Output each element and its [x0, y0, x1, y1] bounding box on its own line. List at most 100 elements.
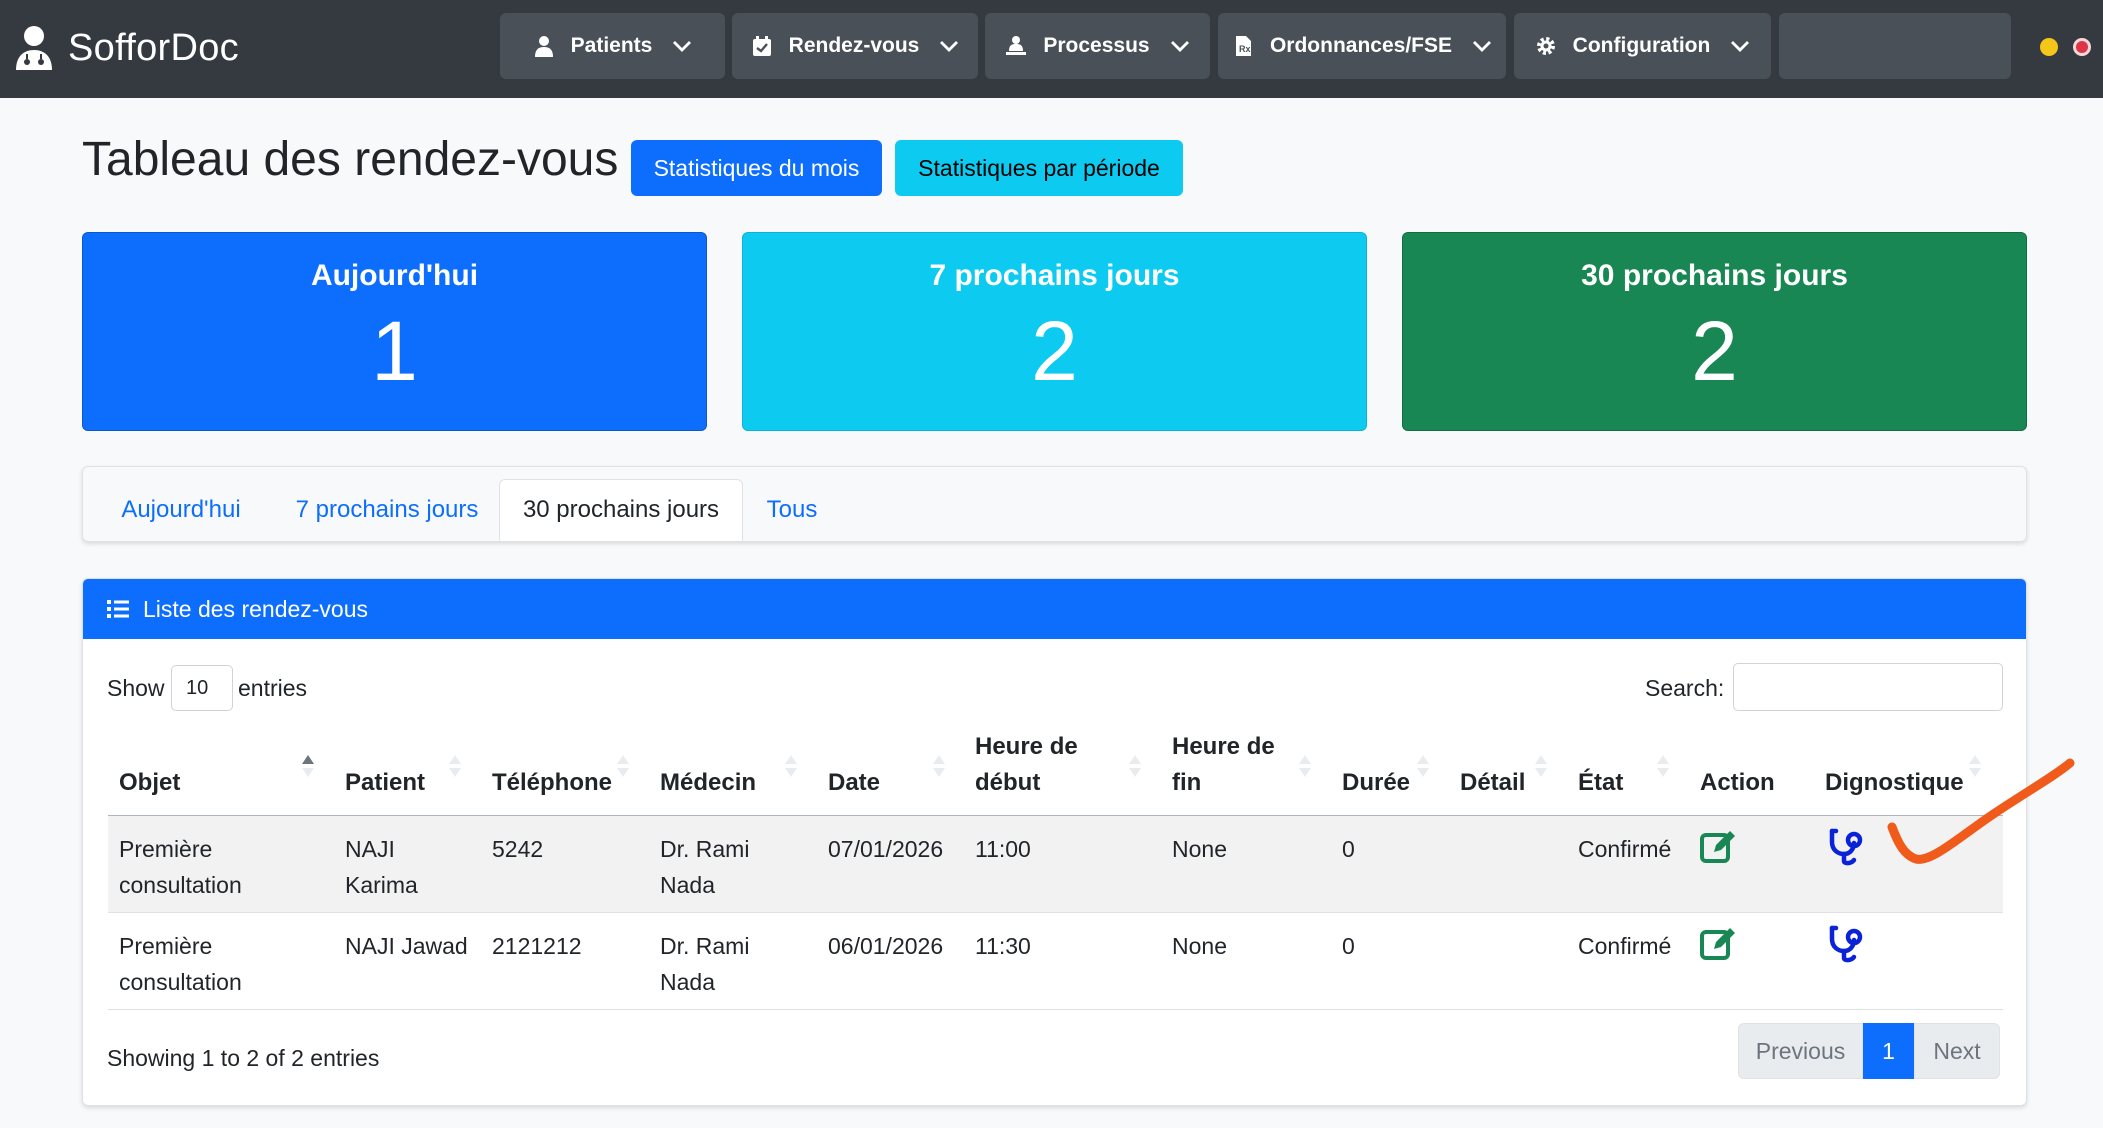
nav-processus-label: Processus — [1043, 34, 1150, 57]
cell-telephone: 5242 — [492, 836, 544, 862]
col-duree[interactable]: Durée — [1342, 765, 1410, 801]
cell-objet-line1: Première — [119, 933, 213, 959]
col-heure-fin[interactable]: Heure de fin — [1172, 729, 1275, 801]
pagination-previous[interactable]: Previous — [1738, 1023, 1863, 1079]
status-red-dot — [2073, 38, 2091, 56]
edit-icon[interactable] — [1699, 924, 1737, 962]
sort-icon[interactable] — [932, 753, 946, 779]
col-heure-debut[interactable]: Heure de début — [975, 729, 1078, 801]
chevron-down-icon — [1730, 39, 1750, 53]
cell-patient-line1: NAJI — [345, 836, 395, 862]
col-heure-fin-line1: Heure de — [1172, 733, 1275, 760]
show-label: Show — [107, 675, 165, 701]
col-telephone[interactable]: Téléphone — [492, 765, 612, 801]
sort-icon[interactable] — [1416, 753, 1430, 779]
entries-select[interactable]: 10 — [171, 665, 233, 711]
stat-card-value: 1 — [371, 304, 418, 398]
tab-all[interactable]: Tous — [748, 479, 836, 541]
cell-medecin: Dr. Rami Nada — [660, 928, 749, 1000]
search-input[interactable] — [1733, 663, 2003, 711]
cell-heure-debut: 11:30 — [975, 933, 1031, 959]
stats-month-button[interactable]: Statistiques du mois — [631, 140, 882, 196]
edit-icon[interactable] — [1699, 827, 1737, 865]
pagination-page-1[interactable]: 1 — [1863, 1023, 1914, 1079]
col-etat[interactable]: État — [1578, 765, 1623, 801]
pagination-next[interactable]: Next — [1914, 1023, 2000, 1079]
sort-icon[interactable] — [448, 753, 462, 779]
sort-icon[interactable] — [1656, 753, 1670, 779]
col-action[interactable]: Action — [1700, 765, 1775, 801]
calendar-check-icon — [751, 35, 773, 57]
nav-ordonnances-label: Ordonnances/FSE — [1269, 34, 1453, 57]
brand[interactable]: SofforDoc — [14, 22, 239, 74]
top-navbar: SofforDoc Patients Rendez-vous Processus… — [0, 0, 2103, 98]
stat-card-value: 2 — [1031, 304, 1078, 398]
sort-asc-icon[interactable] — [301, 753, 315, 779]
stats-period-button[interactable]: Statistiques par période — [895, 140, 1183, 196]
tab-today[interactable]: Aujourd'hui — [100, 479, 262, 541]
nav-rendez-vous-dropdown[interactable]: Rendez-vous — [732, 13, 978, 79]
page-title: Tableau des rendez-vous — [82, 133, 619, 186]
sort-icon[interactable] — [784, 753, 798, 779]
chevron-down-icon — [672, 39, 692, 53]
sort-icon[interactable] — [616, 753, 630, 779]
row-divider — [108, 1009, 2003, 1010]
cell-date: 06/01/2026 — [828, 933, 944, 959]
col-date[interactable]: Date — [828, 765, 880, 801]
cell-etat: Confirmé — [1578, 933, 1672, 959]
stethoscope-icon[interactable] — [1827, 827, 1867, 867]
nav-patients-dropdown[interactable]: Patients — [500, 13, 725, 79]
cell-objet-line1: Première — [119, 836, 213, 862]
cell-medecin-line1: Dr. Rami — [660, 836, 750, 862]
nav-ordonnances-dropdown[interactable]: Rx Ordonnances/FSE — [1218, 13, 1506, 79]
cell-objet: Première consultation — [119, 831, 242, 903]
sort-icon[interactable] — [1298, 753, 1312, 779]
checkmark-annotation — [1887, 758, 2075, 864]
user-icon — [533, 35, 555, 57]
col-objet[interactable]: Objet — [119, 765, 180, 801]
chevron-down-icon — [1472, 39, 1492, 53]
col-detail[interactable]: Détail — [1460, 765, 1525, 801]
search-label: Search: — [1645, 675, 1725, 701]
prescription-file-icon: Rx — [1232, 35, 1254, 57]
user-process-icon — [1005, 35, 1027, 57]
cell-date: 07/01/2026 — [828, 836, 944, 862]
cell-medecin-line2: Nada — [660, 872, 715, 898]
tab-30-days[interactable]: 30 prochains jours — [499, 479, 743, 541]
cell-objet: Première consultation — [119, 928, 242, 1000]
nav-configuration-label: Configuration — [1572, 34, 1711, 57]
doctor-logo-icon — [16, 26, 52, 70]
col-medecin[interactable]: Médecin — [660, 765, 756, 801]
nav-empty-button[interactable] — [1779, 13, 2011, 79]
cell-patient-line2: Karima — [345, 872, 418, 898]
cell-objet-line2: consultation — [119, 969, 242, 995]
cell-patient-line1: NAJI Jawad — [345, 933, 468, 959]
nav-patients-label: Patients — [570, 34, 653, 57]
cell-etat: Confirmé — [1578, 836, 1672, 862]
cell-patient: NAJI Karima — [345, 831, 418, 903]
stat-card-30-days[interactable]: 30 prochains jours 2 — [1402, 232, 2027, 431]
tab-7-days[interactable]: 7 prochains jours — [275, 479, 499, 541]
sort-icon[interactable] — [1128, 753, 1142, 779]
col-patient[interactable]: Patient — [345, 765, 425, 801]
stat-card-today[interactable]: Aujourd'hui 1 — [82, 232, 707, 431]
stat-card-title: 30 prochains jours — [1581, 259, 1848, 292]
cell-medecin-line1: Dr. Rami — [660, 933, 750, 959]
chevron-down-icon — [1170, 39, 1190, 53]
nav-configuration-dropdown[interactable]: Configuration — [1514, 13, 1771, 79]
cell-telephone: 2121212 — [492, 933, 582, 959]
list-icon — [107, 600, 129, 618]
col-heure-debut-line1: Heure de — [975, 733, 1078, 760]
stethoscope-icon[interactable] — [1827, 924, 1867, 964]
sort-icon[interactable] — [1534, 753, 1548, 779]
panel-header: Liste des rendez-vous — [83, 579, 2026, 639]
nav-processus-dropdown[interactable]: Processus — [985, 13, 1210, 79]
cell-patient: NAJI Jawad — [345, 928, 468, 964]
panel-title: Liste des rendez-vous — [143, 595, 369, 622]
stat-card-7-days[interactable]: 7 prochains jours 2 — [742, 232, 1367, 431]
entries-label: entries — [238, 675, 308, 701]
cell-objet-line2: consultation — [119, 872, 242, 898]
cell-duree: 0 — [1342, 836, 1355, 862]
cell-heure-debut: 11:00 — [975, 836, 1031, 862]
gear-icon — [1535, 35, 1557, 57]
